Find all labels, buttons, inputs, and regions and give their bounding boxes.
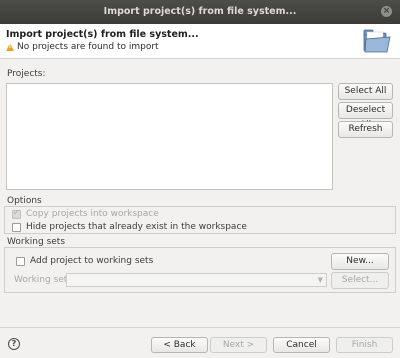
folder-icon [363, 29, 391, 53]
select-all-button[interactable]: Select All [338, 83, 393, 100]
working-sets-label: Working sets [7, 237, 66, 247]
title-bar: Import project(s) from file system... × [0, 0, 400, 24]
cancel-button[interactable]: Cancel [273, 337, 330, 353]
new-working-set-button[interactable]: New... [331, 253, 389, 270]
refresh-button[interactable]: Refresh [338, 121, 393, 138]
close-icon[interactable]: × [381, 6, 392, 17]
warning-icon [6, 43, 14, 51]
help-icon[interactable]: ? [8, 338, 20, 350]
projects-label: Projects: [7, 69, 46, 79]
finish-button: Finish [336, 337, 393, 353]
add-to-working-sets-option[interactable]: Add project to working sets [16, 256, 153, 266]
back-button[interactable]: < Back [151, 337, 208, 353]
hide-existing-option[interactable]: Hide projects that already exist in the … [12, 222, 247, 232]
wizard-message: No projects are found to import [6, 42, 159, 52]
add-to-working-sets-label: Add project to working sets [30, 256, 154, 266]
add-to-working-sets-checkbox[interactable] [16, 256, 25, 266]
wizard-title: Import project(s) from file system... [6, 29, 199, 40]
hide-existing-checkbox[interactable] [12, 222, 21, 232]
copy-projects-label: Copy projects into workspace [26, 209, 159, 219]
copy-projects-option: Copy projects into workspace [12, 208, 159, 219]
hide-existing-label: Hide projects that already exist in the … [26, 222, 247, 232]
wizard-header: Import project(s) from file system... No… [0, 24, 400, 59]
footer-separator [0, 327, 400, 328]
next-button: Next > [210, 337, 267, 353]
deselect-all-button[interactable]: Deselect All [338, 102, 393, 130]
window-title: Import project(s) from file system... [103, 6, 297, 17]
copy-projects-checkbox [12, 208, 21, 219]
chevron-down-icon: ▼ [317, 276, 323, 284]
working-sets-combo: ▼ [66, 273, 327, 287]
select-working-sets-button: Select... [331, 272, 389, 289]
options-label: Options [7, 196, 42, 206]
wizard-message-text: No projects are found to import [17, 42, 159, 52]
projects-list[interactable] [6, 83, 333, 190]
